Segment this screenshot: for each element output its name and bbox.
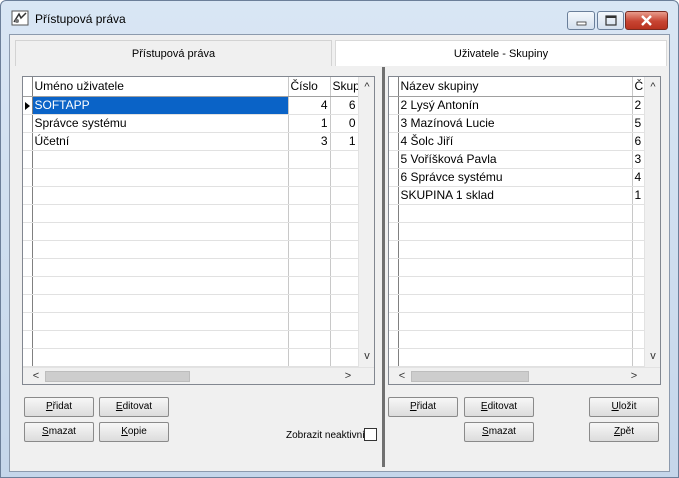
scroll-up-icon[interactable]: ^ (360, 80, 374, 94)
tab-users-groups[interactable]: Uživatele - Skupiny (335, 40, 667, 66)
users-grid[interactable]: Uméno uživatele Číslo Skup SOFTAPP 4 6 S… (22, 76, 375, 385)
groups-grid[interactable]: Název skupiny Č 2 Lysý Antonín 2 3 Mazíno… (388, 76, 661, 385)
cell-c[interactable]: 2 (632, 96, 645, 115)
show-inactive-checkbox[interactable] (364, 428, 377, 441)
tab-access-rights[interactable]: Přístupová práva (15, 40, 332, 66)
cell-number[interactable]: 3 (288, 132, 331, 151)
table-row[interactable]: Účetní 3 1 (23, 132, 359, 151)
add-group-button[interactable]: Přidat (388, 397, 458, 417)
grid-header-row: Název skupiny Č (389, 77, 645, 97)
maximize-button[interactable] (597, 11, 624, 30)
scroll-up-icon[interactable]: ^ (646, 80, 660, 94)
scroll-right-icon[interactable]: > (341, 369, 355, 383)
window-title: Přístupová práva (35, 12, 126, 26)
current-row-icon (25, 101, 30, 110)
column-header-username[interactable]: Uméno uživatele (32, 77, 289, 97)
table-row[interactable]: SKUPINA 1 sklad 1 (389, 186, 645, 205)
cell-number[interactable]: 1 (288, 114, 331, 133)
column-header-c[interactable]: Č (632, 77, 645, 97)
minimize-button[interactable] (567, 11, 595, 30)
cell-c[interactable]: 5 (632, 114, 645, 133)
table-row[interactable]: SOFTAPP 4 6 (23, 96, 359, 115)
cell-group-name[interactable]: SKUPINA 1 sklad (398, 186, 633, 205)
users-vertical-scrollbar[interactable]: ^ v (358, 77, 374, 367)
delete-user-button[interactable]: Smazat (24, 422, 94, 442)
column-header-number[interactable]: Číslo (288, 77, 331, 97)
cell-username[interactable]: Účetní (32, 132, 289, 151)
table-row[interactable]: 4 Šolc Jiří 6 (389, 132, 645, 151)
scroll-left-icon[interactable]: < (395, 369, 409, 383)
cell-group-name[interactable]: 3 Mazínová Lucie (398, 114, 633, 133)
cell-group-name[interactable]: 2 Lysý Antonín (398, 96, 633, 115)
scroll-thumb[interactable] (411, 371, 529, 382)
cell-number[interactable]: 4 (288, 96, 331, 115)
groups-vertical-scrollbar[interactable]: ^ v (644, 77, 660, 367)
back-button[interactable]: Zpět (589, 422, 659, 442)
cell-username[interactable]: SOFTAPP (32, 96, 289, 115)
grid-header-row: Uméno uživatele Číslo Skup (23, 77, 359, 97)
scroll-thumb[interactable] (45, 371, 190, 382)
close-button[interactable] (625, 11, 668, 30)
show-inactive-label: Zobrazit neaktivní (286, 430, 365, 441)
save-button[interactable]: Uložit (589, 397, 659, 417)
close-icon (641, 15, 652, 26)
title-bar[interactable]: Přístupová práva (1, 1, 678, 35)
row-indicator (23, 96, 33, 115)
table-row[interactable]: 5 Voříšková Pavla 3 (389, 150, 645, 169)
cell-group-name[interactable]: 5 Voříšková Pavla (398, 150, 633, 169)
cell-group[interactable]: 0 (330, 114, 359, 133)
groups-horizontal-scrollbar[interactable]: < > (389, 367, 660, 384)
maximize-icon (605, 15, 617, 26)
users-horizontal-scrollbar[interactable]: < > (23, 367, 374, 384)
scroll-down-icon[interactable]: v (646, 349, 660, 363)
column-header-group[interactable]: Skup (330, 77, 359, 97)
scroll-right-icon[interactable]: > (627, 369, 641, 383)
scroll-left-icon[interactable]: < (29, 369, 43, 383)
column-header-group-name[interactable]: Název skupiny (398, 77, 633, 97)
cell-c[interactable]: 6 (632, 132, 645, 151)
cell-c[interactable]: 3 (632, 150, 645, 169)
panel-splitter[interactable] (382, 67, 385, 467)
cell-group-name[interactable]: 6 Správce systému (398, 168, 633, 187)
edit-group-button[interactable]: Editovat (464, 397, 534, 417)
cell-c[interactable]: 4 (632, 168, 645, 187)
minimize-icon (576, 21, 587, 26)
edit-user-button[interactable]: Editovat (99, 397, 169, 417)
client-area: Přístupová práva Uživatele - Skupiny Umé… (9, 34, 670, 472)
scroll-down-icon[interactable]: v (360, 349, 374, 363)
cell-group-name[interactable]: 4 Šolc Jiří (398, 132, 633, 151)
cell-username[interactable]: Správce systému (32, 114, 289, 133)
cell-group[interactable]: 1 (330, 132, 359, 151)
cell-group[interactable]: 6 (330, 96, 359, 115)
copy-user-button[interactable]: Kopie (99, 422, 169, 442)
table-row[interactable]: 2 Lysý Antonín 2 (389, 96, 645, 115)
delete-group-button[interactable]: Smazat (464, 422, 534, 442)
app-icon (11, 10, 29, 26)
table-row[interactable]: Správce systému 1 0 (23, 114, 359, 133)
app-window: Přístupová práva Přístupová práva Uživat… (0, 0, 679, 478)
table-row[interactable]: 3 Mazínová Lucie 5 (389, 114, 645, 133)
cell-c[interactable]: 1 (632, 186, 645, 205)
add-user-button[interactable]: Přidat (24, 397, 94, 417)
table-row[interactable]: 6 Správce systému 4 (389, 168, 645, 187)
